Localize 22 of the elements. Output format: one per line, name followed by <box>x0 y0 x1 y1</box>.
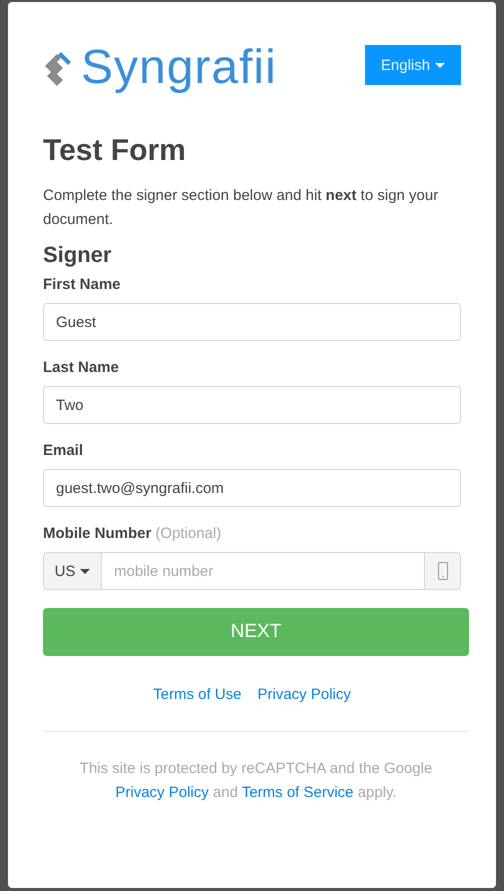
field-label: Mobile Number <box>43 525 152 542</box>
input-field[interactable]: Two <box>43 386 461 424</box>
notice-link[interactable]: Terms of Service <box>242 784 354 801</box>
section-title: Signer <box>43 242 112 268</box>
intro-text: Complete the signer section below and hit next to sign your document. <box>43 186 440 230</box>
footer-link[interactable]: Terms of Use <box>153 686 242 703</box>
input-field[interactable]: guest.two@syngrafii.com <box>43 469 461 507</box>
input-field[interactable]: Guest <box>43 303 461 341</box>
logo-text: Syngrafii <box>81 40 277 96</box>
recaptcha-notice: This site is protected by reCAPTCHA and the Google Privacy Policy and Terms of Service apply. <box>78 759 434 803</box>
form-title: Test Form <box>43 134 187 168</box>
field-label: Email <box>43 442 84 459</box>
notice-link[interactable]: Privacy Policy <box>115 784 209 801</box>
next-button[interactable]: NEXT <box>43 608 469 656</box>
language-dropdown[interactable]: English <box>365 45 461 85</box>
country-dropdown[interactable]: US <box>44 553 102 589</box>
field-label: Last Name <box>43 359 119 376</box>
field-label: First Name <box>43 276 121 293</box>
phone-field[interactable]: US mobile number <box>43 552 461 590</box>
footer-link[interactable]: Privacy Policy <box>258 686 351 703</box>
phone-icon <box>438 562 448 580</box>
optional-hint: (Optional) <box>155 525 222 542</box>
